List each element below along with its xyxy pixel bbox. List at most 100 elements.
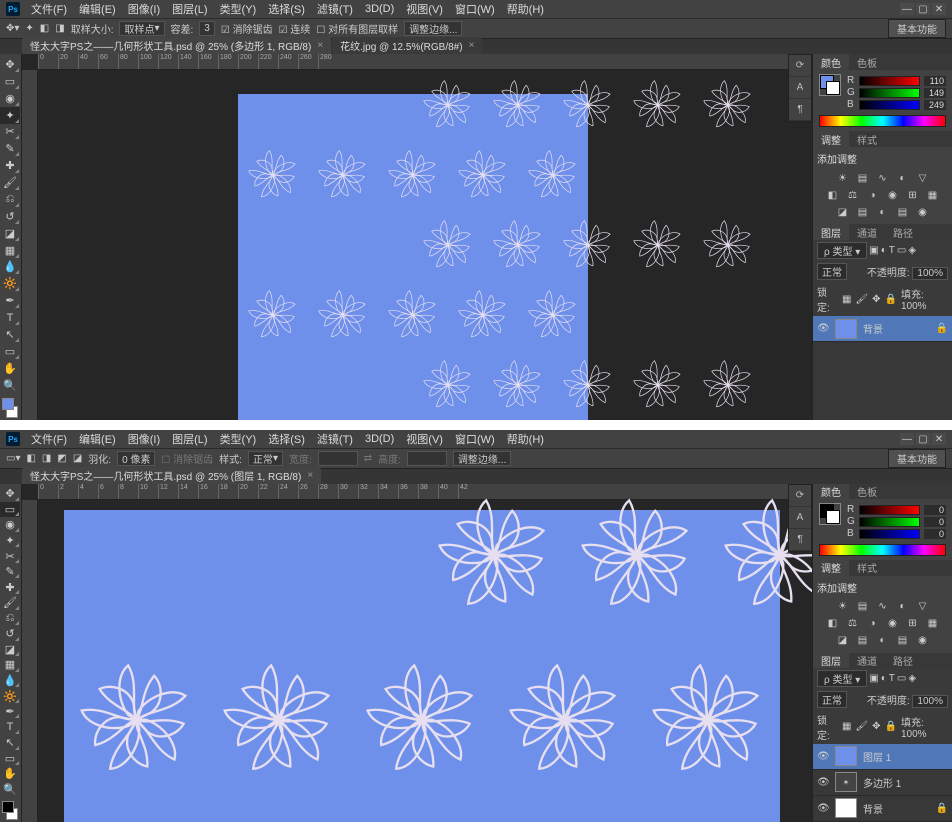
color-balance-icon[interactable]: ⚖ [845, 617, 861, 631]
tab-swatches[interactable]: 色板 [849, 484, 885, 499]
color-spectrum[interactable] [819, 544, 946, 556]
filter-pixel-icon[interactable]: ▣ [869, 245, 878, 256]
brightness-icon[interactable]: ☀ [835, 600, 851, 614]
shape-tool[interactable]: ▭ [0, 751, 20, 767]
paragraph-panel-icon[interactable]: ¶ [789, 529, 811, 551]
posterize-icon[interactable]: ▤ [855, 205, 871, 219]
hand-tool[interactable]: ✋ [0, 766, 20, 782]
lasso-tool[interactable]: ◉ [0, 90, 20, 107]
add-selection-icon[interactable]: ◨ [42, 453, 51, 464]
g-value[interactable]: 149 [924, 88, 946, 98]
levels-icon[interactable]: ▤ [855, 171, 871, 185]
filter-smart-icon[interactable]: ◈ [908, 673, 916, 684]
close-button[interactable]: ✕ [932, 433, 946, 445]
shape-tool[interactable]: ▭ [0, 343, 20, 360]
close-icon[interactable]: × [307, 470, 313, 481]
b-slider[interactable] [859, 529, 920, 539]
add-selection-icon[interactable]: ◧ [40, 23, 49, 34]
menu-select[interactable]: 选择(S) [263, 1, 310, 17]
eraser-tool[interactable]: ◪ [0, 225, 20, 242]
all-layers-checkbox[interactable]: ☐ 对所有图层取样 [316, 21, 398, 36]
path-select-tool[interactable]: ↖ [0, 735, 20, 751]
lock-pixels-icon[interactable]: 🖌 [855, 294, 868, 305]
menu-image[interactable]: 图像(I) [123, 1, 165, 17]
visibility-icon[interactable]: 👁 [817, 323, 829, 334]
document-tab-1[interactable]: 怪太大字PS之——几何形状工具.psd @ 25% (多边形 1, RGB/8)… [22, 37, 331, 54]
move-tool[interactable]: ✥ [0, 56, 20, 73]
anti-alias-checkbox[interactable]: ☑ 消除锯齿 [221, 21, 273, 36]
curves-icon[interactable]: ∿ [875, 171, 891, 185]
r-slider[interactable] [859, 505, 920, 515]
photo-filter-icon[interactable]: ◉ [885, 188, 901, 202]
lock-position-icon[interactable]: ✥ [872, 721, 880, 732]
layer-row-background[interactable]: 👁 背景 🔒 [813, 796, 952, 822]
exposure-icon[interactable]: ◐ [895, 171, 911, 185]
lock-all-icon[interactable]: 🔒 [885, 721, 897, 732]
tab-adjustments[interactable]: 调整 [813, 560, 849, 575]
move-tool[interactable]: ✥ [0, 486, 20, 502]
g-slider[interactable] [859, 517, 920, 527]
close-button[interactable]: ✕ [932, 3, 946, 15]
visibility-icon[interactable]: 👁 [817, 803, 829, 814]
fill-input[interactable]: 100% [901, 301, 927, 312]
clone-stamp-tool[interactable]: ⎌ [0, 191, 20, 208]
sample-size-select[interactable]: 取样点 ▾ [119, 21, 164, 36]
visibility-icon[interactable]: 👁 [817, 751, 829, 762]
pen-tool[interactable]: ✒ [0, 292, 20, 309]
r-value[interactable]: 110 [924, 76, 946, 86]
opacity-input[interactable]: 100% [912, 267, 948, 280]
magic-wand-tool[interactable]: ✦ [0, 107, 20, 124]
healing-brush-tool[interactable]: ✚ [0, 157, 20, 174]
refine-edge-button[interactable]: 调整边缘... [453, 451, 511, 466]
tool-preset-icon[interactable]: ✥▾ [6, 23, 19, 34]
b-value[interactable]: 0 [924, 529, 946, 539]
history-panel-icon[interactable]: ⟳ [789, 485, 811, 507]
menu-type[interactable]: 类型(Y) [215, 1, 262, 17]
tab-layers[interactable]: 图层 [813, 653, 849, 668]
layer-filter-type[interactable]: ρ 类型 ▾ [817, 670, 867, 687]
color-panel-swatch[interactable] [819, 503, 841, 525]
threshold-icon[interactable]: ◐ [875, 205, 891, 219]
refine-edge-button[interactable]: 调整边缘... [404, 21, 462, 36]
swap-wh-icon[interactable]: ⇄ [364, 453, 372, 464]
filter-shape-icon[interactable]: ▭ [897, 673, 906, 684]
contiguous-checkbox[interactable]: ☑ 连续 [279, 21, 311, 36]
layer-thumbnail[interactable]: ✶ [835, 772, 857, 792]
clone-stamp-tool[interactable]: ⎌ [0, 611, 20, 627]
g-slider[interactable] [859, 88, 920, 98]
color-spectrum[interactable] [819, 115, 946, 127]
foreground-color-chip[interactable] [2, 801, 14, 813]
pen-tool[interactable]: ✒ [0, 704, 20, 720]
channel-mixer-icon[interactable]: ⊞ [905, 617, 921, 631]
visibility-icon[interactable]: 👁 [817, 777, 829, 788]
lock-pixels-icon[interactable]: 🖌 [855, 721, 868, 732]
gradient-map-icon[interactable]: ▤ [895, 634, 911, 648]
foreground-color-chip[interactable] [2, 398, 14, 410]
menu-3d[interactable]: 3D(D) [360, 433, 399, 445]
lock-all-icon[interactable]: 🔒 [885, 294, 897, 305]
tab-paths[interactable]: 路径 [885, 653, 921, 668]
menu-edit[interactable]: 编辑(E) [74, 1, 121, 17]
workspace-button[interactable]: 基本功能 [888, 449, 946, 468]
filter-smart-icon[interactable]: ◈ [908, 245, 916, 256]
selective-color-icon[interactable]: ◉ [915, 205, 931, 219]
crop-tool[interactable]: ✂ [0, 548, 20, 564]
brush-tool[interactable]: 🖌 [0, 595, 20, 611]
healing-brush-tool[interactable]: ✚ [0, 579, 20, 595]
blend-mode-select[interactable]: 正常 [817, 263, 847, 280]
layer-row-layer1[interactable]: 👁 图层 1 [813, 744, 952, 770]
layer-thumbnail[interactable] [835, 319, 857, 339]
invert-icon[interactable]: ◪ [835, 205, 851, 219]
hand-tool[interactable]: ✋ [0, 360, 20, 377]
filter-pixel-icon[interactable]: ▣ [869, 673, 878, 684]
minimize-button[interactable]: — [900, 3, 914, 15]
vibrance-icon[interactable]: ▽ [915, 600, 931, 614]
levels-icon[interactable]: ▤ [855, 600, 871, 614]
blend-mode-select[interactable]: 正常 [817, 691, 847, 708]
layer-name[interactable]: 图层 1 [863, 749, 891, 764]
bw-icon[interactable]: ◑ [865, 617, 881, 631]
type-tool[interactable]: T [0, 719, 20, 735]
opacity-input[interactable]: 100% [912, 695, 948, 708]
minimize-button[interactable]: — [900, 433, 914, 445]
layer-name[interactable]: 背景 [863, 801, 883, 816]
